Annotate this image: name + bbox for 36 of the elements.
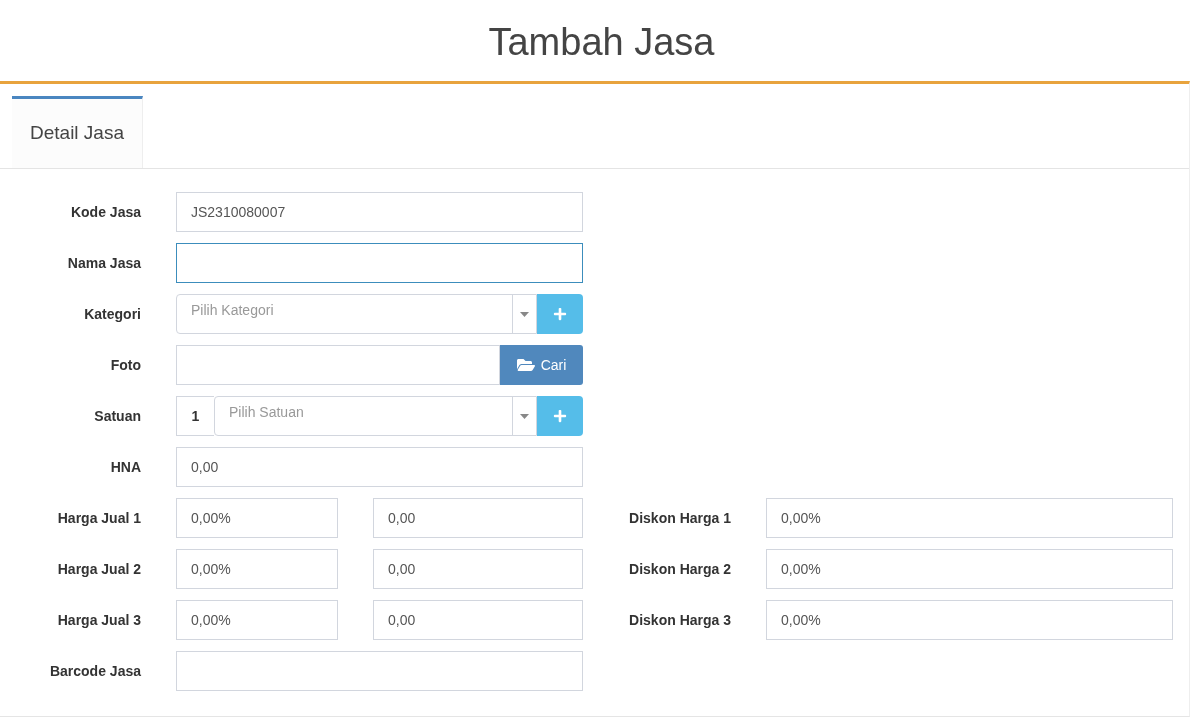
field-label: Kategori (84, 304, 141, 324)
text-field[interactable]: 0,00% (766, 498, 1173, 538)
field-label: Satuan (94, 406, 141, 426)
add-button[interactable] (537, 294, 583, 334)
field-label: Harga Jual 2 (57, 559, 141, 579)
text-field[interactable]: 0,00% (176, 600, 338, 640)
text-field[interactable]: 0,00% (176, 549, 338, 589)
field-label: Barcode Jasa (49, 661, 141, 681)
tab[interactable]: Detail Jasa (12, 96, 143, 168)
field-label: HNA (110, 457, 141, 477)
caret-icon (520, 311, 529, 317)
plus-icon (553, 409, 567, 423)
file-field[interactable] (176, 345, 500, 385)
text-field[interactable]: 0,00% (766, 600, 1173, 640)
text-field[interactable]: JS2310080007 (176, 192, 583, 232)
plus-icon (553, 307, 567, 321)
field-label: Foto (110, 355, 141, 375)
text-field[interactable]: 0,00 (373, 549, 583, 589)
text-field[interactable]: 0,00 (373, 600, 583, 640)
folder-icon (516, 356, 535, 374)
text-field[interactable] (176, 243, 583, 283)
field-label: Diskon Harga 3 (629, 610, 731, 630)
add-button[interactable] (537, 396, 583, 436)
text-field[interactable]: 0,00% (176, 498, 338, 538)
field-label: Harga Jual 3 (57, 610, 141, 630)
field-label: Kode Jasa (70, 202, 141, 222)
browse-button[interactable]: Cari (500, 345, 583, 385)
page-title: Tambah Jasa (488, 20, 715, 65)
field-label: Nama Jasa (67, 253, 141, 273)
field-label: Harga Jual 1 (57, 508, 141, 528)
field-label: Diskon Harga 1 (629, 508, 731, 528)
text-field[interactable]: 0,00% (766, 549, 1173, 589)
caret-icon (520, 413, 529, 419)
field-label: Diskon Harga 2 (629, 559, 731, 579)
text-field[interactable]: 0,00 (176, 447, 583, 487)
text-field[interactable]: 0,00 (373, 498, 583, 538)
